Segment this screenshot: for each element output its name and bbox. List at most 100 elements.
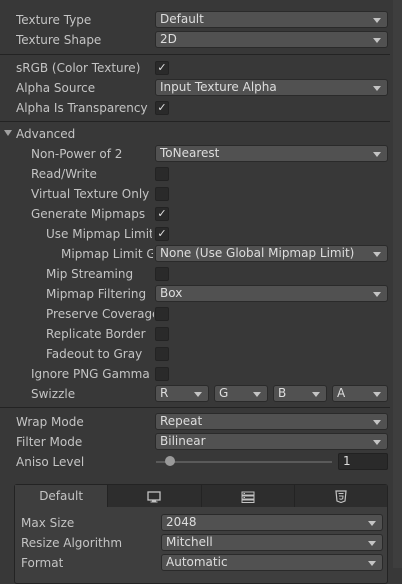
non-power-of-2-row: Non-Power of 2 ToNearest — [0, 144, 390, 164]
chevron-down-icon — [373, 18, 381, 23]
srgb-checkbox[interactable]: ✓ — [155, 61, 169, 75]
mipmap-filtering-label: Mipmap Filtering — [46, 287, 147, 301]
chevron-down-icon — [373, 440, 381, 445]
preserve-coverage-checkbox[interactable] — [155, 307, 169, 321]
generate-mipmaps-row: Generate Mipmaps ✓ — [0, 204, 390, 224]
swizzle-row: Swizzle R G B A — [0, 384, 390, 404]
aniso-level-label: Aniso Level — [16, 455, 85, 469]
tab-default[interactable]: Default — [15, 485, 109, 507]
generate-mipmaps-label: Generate Mipmaps — [31, 207, 146, 221]
swizzle-b-value: B — [278, 386, 287, 400]
format-label: Format — [21, 556, 64, 570]
swizzle-r-value: R — [160, 386, 169, 400]
chevron-down-icon — [373, 38, 381, 43]
scrollbar[interactable] — [393, 0, 402, 568]
alpha-source-value: Input Texture Alpha — [160, 80, 277, 94]
chevron-down-icon — [253, 392, 261, 397]
mipmap-limit-group-row: Mipmap Limit Gr None (Use Global Mipmap … — [0, 244, 390, 264]
ignore-png-gamma-checkbox[interactable] — [155, 367, 169, 381]
filter-mode-dropdown[interactable]: Bilinear — [155, 433, 388, 450]
mipmap-limit-group-dropdown[interactable]: None (Use Global Mipmap Limit) — [155, 245, 388, 262]
mip-streaming-checkbox[interactable] — [155, 267, 169, 281]
mipmap-filtering-row: Mipmap Filtering Box — [0, 284, 390, 304]
divider — [0, 54, 390, 55]
swizzle-label: Swizzle — [31, 387, 76, 401]
generate-mipmaps-checkbox[interactable]: ✓ — [155, 207, 169, 221]
platform-tabs: Default — [15, 485, 387, 507]
divider — [0, 121, 390, 122]
aniso-slider-track[interactable] — [156, 461, 332, 463]
read-write-label: Read/Write — [31, 167, 97, 181]
format-value: Automatic — [166, 555, 228, 569]
fadeout-to-gray-checkbox[interactable] — [155, 347, 169, 361]
non-power-of-2-label: Non-Power of 2 — [31, 147, 123, 161]
chevron-down-icon — [368, 521, 376, 526]
tab-server[interactable] — [202, 485, 295, 507]
platform-settings-panel: Default Max Size 2048 Resize Algorithm M… — [14, 484, 388, 584]
mipmap-limit-group-value: None (Use Global Mipmap Limit) — [160, 246, 355, 260]
use-mipmap-limits-row: Use Mipmap Limits ✓ — [0, 224, 390, 244]
filter-mode-row: Filter Mode Bilinear — [0, 432, 390, 452]
fadeout-to-gray-label: Fadeout to Gray — [46, 347, 143, 361]
chevron-down-icon — [373, 292, 381, 297]
resize-algorithm-row: Resize Algorithm Mitchell — [15, 533, 387, 553]
virtual-texture-only-checkbox[interactable] — [155, 187, 169, 201]
server-icon — [241, 491, 255, 503]
non-power-of-2-value: ToNearest — [160, 146, 220, 160]
tab-standalone[interactable] — [108, 485, 202, 507]
chevron-down-icon — [373, 392, 381, 397]
tab-webgl[interactable] — [295, 485, 387, 507]
wrap-mode-value: Repeat — [160, 414, 203, 428]
swizzle-g-dropdown[interactable]: G — [214, 385, 268, 402]
virtual-texture-only-label: Virtual Texture Only — [31, 187, 150, 201]
read-write-checkbox[interactable] — [155, 167, 169, 181]
chevron-down-icon — [373, 86, 381, 91]
use-mipmap-limits-checkbox[interactable]: ✓ — [155, 227, 169, 241]
wrap-mode-dropdown[interactable]: Repeat — [155, 413, 388, 430]
aniso-level-row: Aniso Level 1 — [0, 452, 390, 472]
swizzle-a-dropdown[interactable]: A — [332, 385, 388, 402]
replicate-border-checkbox[interactable] — [155, 327, 169, 341]
wrap-mode-row: Wrap Mode Repeat — [0, 412, 390, 432]
srgb-label: sRGB (Color Texture) — [16, 61, 141, 75]
format-dropdown[interactable]: Automatic — [161, 554, 383, 571]
monitor-icon — [147, 490, 162, 502]
aniso-level-field[interactable]: 1 — [338, 453, 388, 470]
chevron-down-icon — [373, 252, 381, 257]
virtual-texture-only-row: Virtual Texture Only — [0, 184, 390, 204]
texture-shape-dropdown[interactable]: 2D — [155, 31, 388, 48]
wrap-mode-label: Wrap Mode — [16, 415, 84, 429]
swizzle-b-dropdown[interactable]: B — [273, 385, 327, 402]
resize-algorithm-value: Mitchell — [166, 535, 213, 549]
advanced-foldout[interactable]: Advanced — [0, 124, 390, 144]
mip-streaming-row: Mip Streaming — [0, 264, 390, 284]
chevron-down-icon — [194, 392, 202, 397]
max-size-value: 2048 — [166, 515, 197, 529]
swizzle-r-dropdown[interactable]: R — [155, 385, 209, 402]
swizzle-a-value: A — [337, 386, 346, 400]
alpha-is-transparency-checkbox[interactable]: ✓ — [155, 101, 169, 115]
aniso-slider-handle[interactable] — [165, 456, 175, 466]
max-size-dropdown[interactable]: 2048 — [161, 514, 383, 531]
srgb-row: sRGB (Color Texture) ✓ — [0, 58, 390, 78]
ignore-png-gamma-row: Ignore PNG Gamma — [0, 364, 390, 384]
mipmap-limit-group-label: Mipmap Limit Gr — [61, 247, 153, 261]
texture-type-dropdown[interactable]: Default — [155, 11, 388, 28]
alpha-is-transparency-label: Alpha Is Transparency — [16, 101, 148, 115]
filter-mode-value: Bilinear — [160, 434, 206, 448]
resize-algorithm-dropdown[interactable]: Mitchell — [161, 534, 383, 551]
max-size-row: Max Size 2048 — [15, 513, 387, 533]
alpha-is-transparency-row: Alpha Is Transparency ✓ — [0, 98, 390, 118]
mip-streaming-label: Mip Streaming — [46, 267, 134, 281]
divider — [0, 407, 390, 408]
swizzle-g-value: G — [219, 386, 229, 400]
format-row: Format Automatic — [15, 553, 387, 573]
texture-shape-value: 2D — [160, 32, 177, 46]
chevron-down-icon — [312, 392, 320, 397]
mipmap-filtering-dropdown[interactable]: Box — [155, 285, 388, 302]
advanced-label: Advanced — [16, 127, 76, 141]
chevron-down-icon — [368, 561, 376, 566]
alpha-source-dropdown[interactable]: Input Texture Alpha — [155, 79, 388, 96]
fadeout-to-gray-row: Fadeout to Gray — [0, 344, 390, 364]
non-power-of-2-dropdown[interactable]: ToNearest — [155, 145, 388, 162]
